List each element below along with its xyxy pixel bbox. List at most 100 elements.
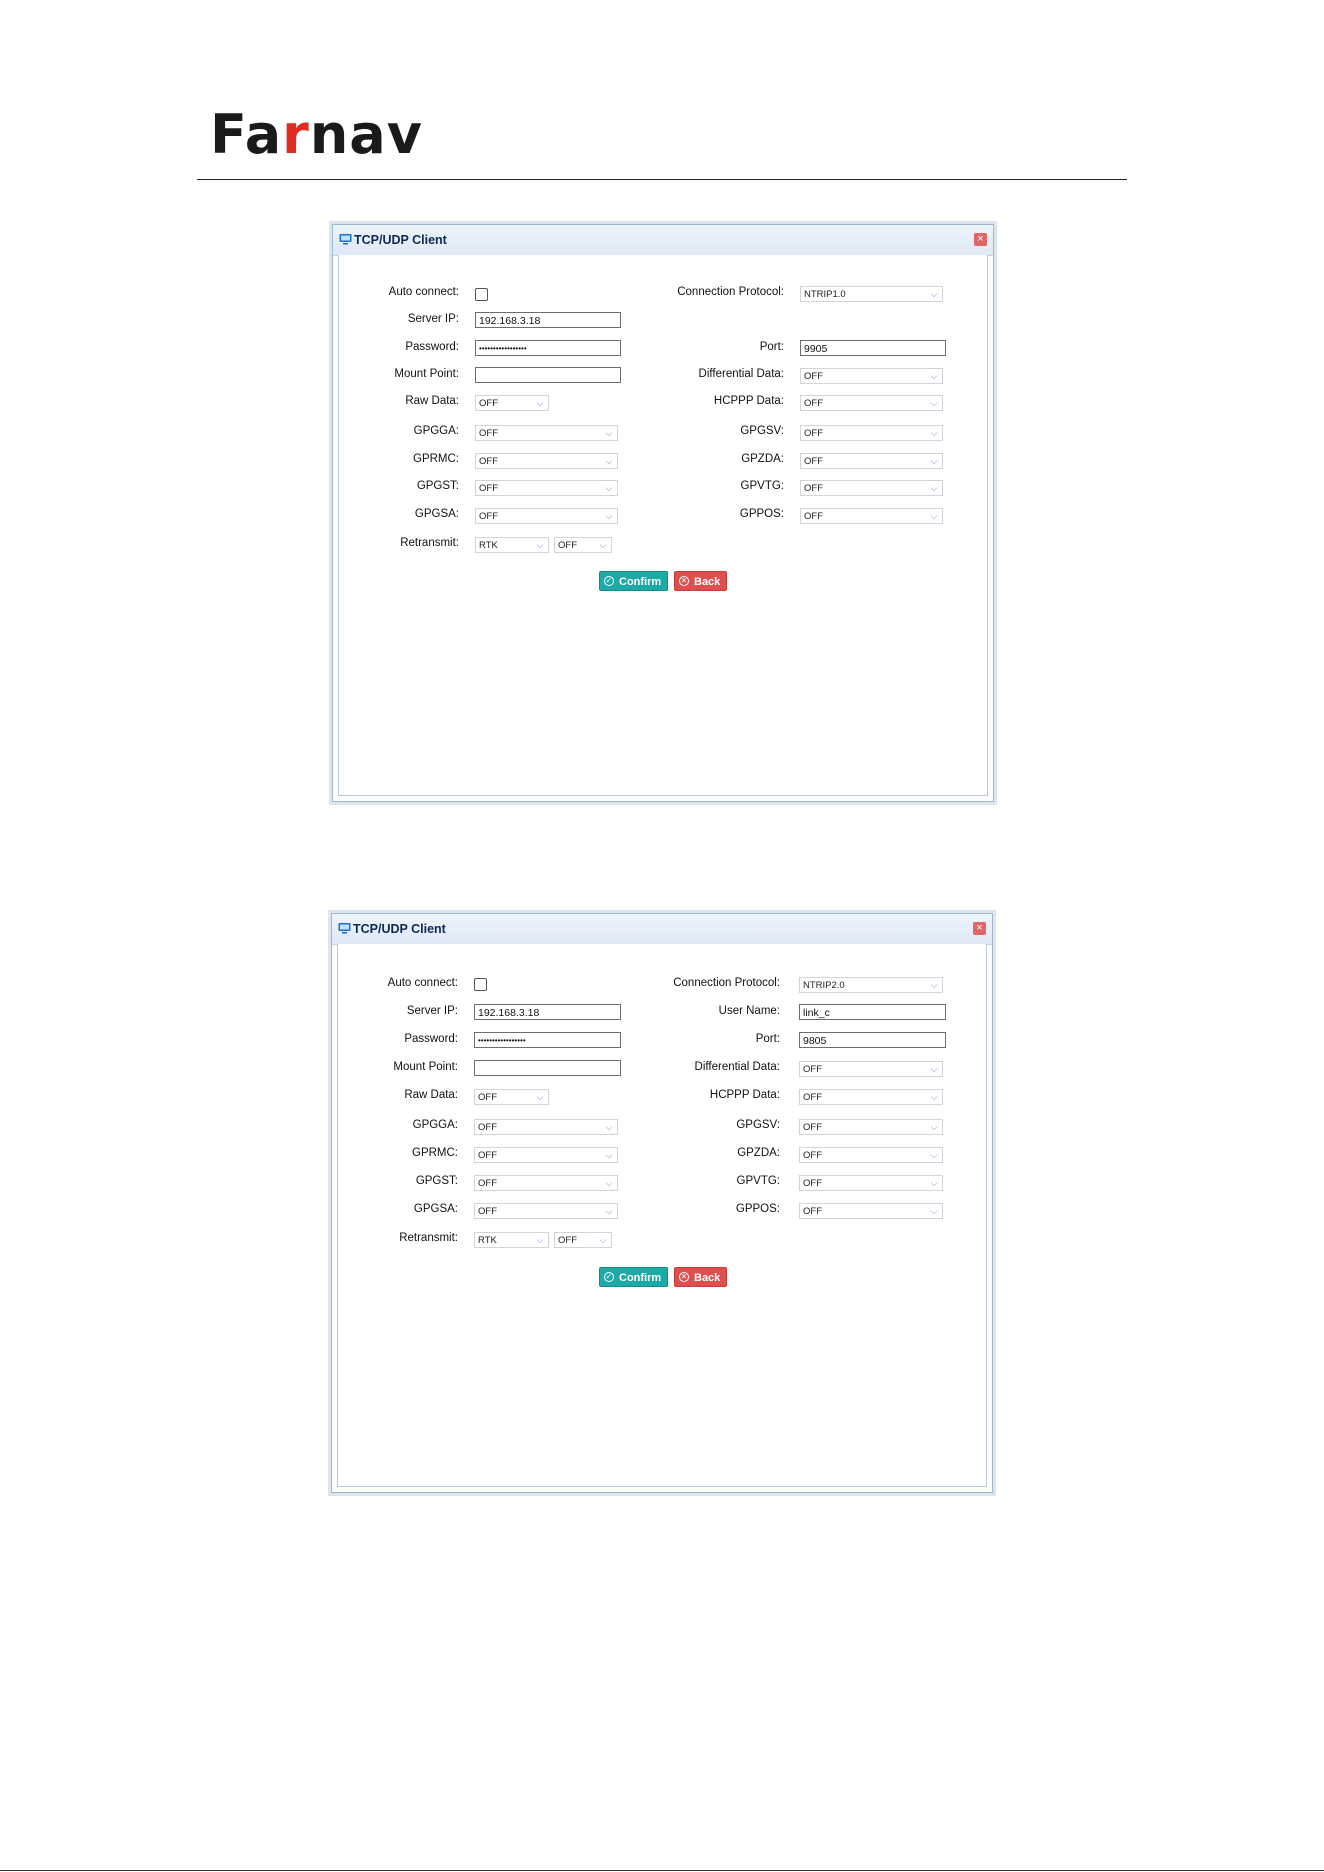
gpgsa-select[interactable]: OFF ⌵ xyxy=(475,508,618,524)
gpvtg-select[interactable]: OFF ⌵ xyxy=(800,480,943,496)
gpzda-select[interactable]: OFF ⌵ xyxy=(799,1147,943,1163)
gpzda-select[interactable]: OFF ⌵ xyxy=(800,453,943,469)
connection-protocol-value: NTRIP1.0 xyxy=(804,289,846,300)
chevron-down-icon: ⌵ xyxy=(930,1092,938,1102)
gpgst-label: GPGST: xyxy=(415,1175,458,1187)
x-circle-icon: × xyxy=(679,1272,689,1282)
chevron-down-icon: ⌵ xyxy=(605,1178,613,1188)
server-ip-input[interactable]: 192.168.3.18 xyxy=(474,1004,621,1020)
chevron-down-icon: ⌵ xyxy=(605,1122,613,1132)
tcp-udp-client-dialog-2: TCP/UDP Client × Auto connect: Server IP… xyxy=(331,913,993,1493)
username-input[interactable]: link_c xyxy=(799,1004,946,1020)
dialog-titlebar: TCP/UDP Client × xyxy=(333,225,993,256)
hcppp-data-select[interactable]: OFF ⌵ xyxy=(800,395,943,411)
chevron-down-icon: ⌵ xyxy=(536,1235,544,1245)
retransmit-mode-select[interactable]: RTK ⌵ xyxy=(474,1232,549,1248)
gpgga-label: GPGGA: xyxy=(412,1119,458,1131)
gpvtg-value: OFF xyxy=(803,1178,822,1189)
confirm-button[interactable]: ✓ Confirm xyxy=(599,571,669,591)
auto-connect-checkbox[interactable] xyxy=(474,978,487,991)
differential-data-select[interactable]: OFF ⌵ xyxy=(799,1061,943,1077)
gpgsv-value: OFF xyxy=(803,1122,822,1133)
mount-point-input[interactable] xyxy=(474,1060,621,1076)
dialog-title: TCP/UDP Client xyxy=(354,233,447,247)
gpgga-select[interactable]: OFF ⌵ xyxy=(475,425,618,441)
retransmit-state-value: OFF xyxy=(558,540,577,551)
gpgga-select[interactable]: OFF ⌵ xyxy=(474,1119,618,1135)
gpgsv-select[interactable]: OFF ⌵ xyxy=(799,1119,943,1135)
gpvtg-label: GPVTG: xyxy=(736,1175,780,1187)
gpgst-select[interactable]: OFF ⌵ xyxy=(475,480,618,496)
password-input[interactable]: ••••••••••••••••• xyxy=(475,340,621,356)
port-label: Port: xyxy=(759,341,784,353)
raw-data-select[interactable]: OFF ⌵ xyxy=(474,1089,549,1105)
gpgga-value: OFF xyxy=(479,428,498,439)
chevron-down-icon: ⌵ xyxy=(930,1064,938,1074)
gpvtg-label: GPVTG: xyxy=(740,480,784,492)
gpzda-value: OFF xyxy=(803,1150,822,1161)
check-circle-icon: ✓ xyxy=(604,576,614,586)
password-input[interactable]: ••••••••••••••••• xyxy=(474,1032,621,1048)
close-icon[interactable]: × xyxy=(974,233,987,246)
chevron-down-icon: ⌵ xyxy=(930,1206,938,1216)
gprmc-label: GPRMC: xyxy=(413,453,459,465)
differential-data-value: OFF xyxy=(804,371,823,382)
back-label: Back xyxy=(694,1272,721,1284)
auto-connect-checkbox[interactable] xyxy=(475,288,488,301)
chevron-down-icon: ⌵ xyxy=(930,980,938,990)
farnav-logo: Farnav xyxy=(210,108,423,162)
auto-connect-label: Auto connect: xyxy=(388,286,459,298)
tcp-udp-client-dialog-1: TCP/UDP Client × Auto connect: Server IP… xyxy=(332,224,994,802)
port-label: Port: xyxy=(755,1033,780,1045)
gpgga-value: OFF xyxy=(478,1122,497,1133)
gpvtg-select[interactable]: OFF ⌵ xyxy=(799,1175,943,1191)
gpzda-value: OFF xyxy=(804,456,823,467)
gprmc-label: GPRMC: xyxy=(412,1147,458,1159)
dialog-title: TCP/UDP Client xyxy=(353,922,446,936)
connection-protocol-select[interactable]: NTRIP2.0 ⌵ xyxy=(799,977,943,993)
gpgsa-label: GPGSA: xyxy=(413,1203,458,1215)
chevron-down-icon: ⌵ xyxy=(930,398,938,408)
footer-divider xyxy=(0,1870,1324,1871)
back-button[interactable]: × Back xyxy=(674,1267,728,1287)
port-input[interactable]: 9905 xyxy=(800,340,946,356)
server-ip-input[interactable]: 192.168.3.18 xyxy=(475,312,621,328)
gprmc-value: OFF xyxy=(478,1150,497,1161)
chevron-down-icon: ⌵ xyxy=(930,511,938,521)
hcppp-data-value: OFF xyxy=(804,398,823,409)
port-input[interactable]: 9805 xyxy=(799,1032,946,1048)
gpgst-select[interactable]: OFF ⌵ xyxy=(474,1175,618,1191)
auto-connect-label: Auto connect: xyxy=(387,977,458,989)
connection-protocol-select[interactable]: NTRIP1.0 ⌵ xyxy=(800,286,943,302)
hcppp-data-select[interactable]: OFF ⌵ xyxy=(799,1089,943,1105)
dialog-titlebar: TCP/UDP Client × xyxy=(332,914,992,945)
retransmit-state-select[interactable]: OFF ⌵ xyxy=(554,537,612,553)
back-button[interactable]: × Back xyxy=(674,571,728,591)
gpgst-value: OFF xyxy=(478,1178,497,1189)
confirm-button[interactable]: ✓ Confirm xyxy=(599,1267,669,1287)
gpgsa-value: OFF xyxy=(479,511,498,522)
hcppp-data-label: HCPPP Data: xyxy=(709,1089,780,1101)
differential-data-select[interactable]: OFF ⌵ xyxy=(800,368,943,384)
gppos-select[interactable]: OFF ⌵ xyxy=(799,1203,943,1219)
gpgsa-select[interactable]: OFF ⌵ xyxy=(474,1203,618,1219)
retransmit-mode-select[interactable]: RTK ⌵ xyxy=(475,537,549,553)
gprmc-select[interactable]: OFF ⌵ xyxy=(475,453,618,469)
chevron-down-icon: ⌵ xyxy=(605,511,613,521)
retransmit-label: Retransmit: xyxy=(400,537,459,549)
mount-point-label: Mount Point: xyxy=(393,1061,458,1073)
gppos-select[interactable]: OFF ⌵ xyxy=(800,508,943,524)
check-circle-icon: ✓ xyxy=(604,1272,614,1282)
gpgsv-select[interactable]: OFF ⌵ xyxy=(800,425,943,441)
gpgsa-value: OFF xyxy=(478,1206,497,1217)
retransmit-mode-value: RTK xyxy=(478,1235,497,1246)
retransmit-label: Retransmit: xyxy=(399,1232,458,1244)
chevron-down-icon: ⌵ xyxy=(930,428,938,438)
mount-point-input[interactable] xyxy=(475,367,621,383)
raw-data-select[interactable]: OFF ⌵ xyxy=(475,395,549,411)
gpgsv-label: GPGSV: xyxy=(736,1119,780,1131)
retransmit-state-select[interactable]: OFF ⌵ xyxy=(554,1232,612,1248)
gprmc-select[interactable]: OFF ⌵ xyxy=(474,1147,618,1163)
logo-text-accent: r xyxy=(282,103,310,166)
close-icon[interactable]: × xyxy=(973,922,986,935)
